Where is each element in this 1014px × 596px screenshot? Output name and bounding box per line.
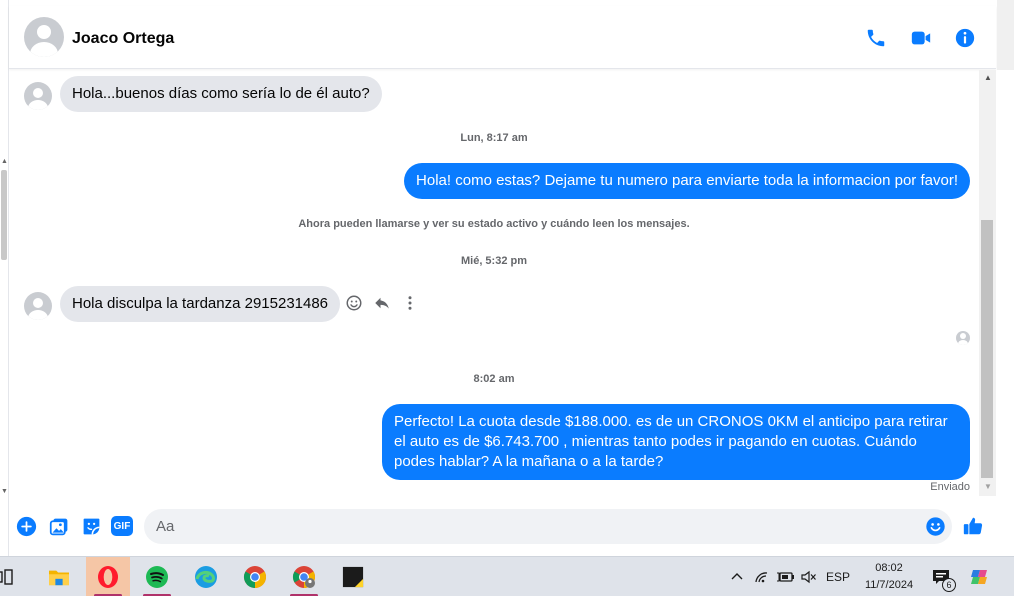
message-input[interactable] [156, 509, 916, 544]
chat-scrollbar[interactable]: ▲ ▼ [979, 70, 996, 496]
react-emoji-icon[interactable] [342, 291, 366, 315]
reply-icon[interactable] [370, 291, 394, 315]
message-timestamp: Mié, 5:32 pm [460, 255, 528, 267]
chat-scrollbar-thumb[interactable] [981, 220, 993, 478]
notifications-icon[interactable]: 6 [929, 557, 956, 596]
sender-avatar[interactable] [24, 292, 52, 320]
image-icon[interactable] [48, 515, 70, 537]
clock-date: 11/7/2024 [864, 579, 914, 591]
system-notice: Ahora pueden llamarse y ver su estado ac… [298, 218, 690, 230]
scroll-up-arrow-icon[interactable]: ▲ [1, 158, 8, 165]
message-input-wrapper [144, 509, 952, 544]
message-list[interactable]: Hola...buenos días como sería lo de él a… [9, 70, 979, 496]
scroll-down-arrow-icon[interactable]: ▼ [1, 488, 8, 495]
incoming-message[interactable]: Hola...buenos días como sería lo de él a… [60, 76, 382, 112]
emoji-icon[interactable] [924, 515, 946, 537]
chrome-browser-icon[interactable] [233, 557, 277, 596]
messenger-window: ▲ ▼ Joaco Ortega Hola...buenos días como… [0, 0, 1014, 596]
file-explorer-icon[interactable] [37, 557, 81, 596]
edge-browser-icon[interactable] [184, 557, 228, 596]
seen-indicator-avatar [956, 331, 970, 345]
info-icon[interactable] [953, 26, 977, 50]
wifi-icon[interactable] [752, 557, 772, 596]
clock-time: 08:02 [875, 562, 903, 574]
sticky-notes-icon[interactable] [331, 557, 375, 596]
spotify-icon[interactable] [135, 557, 179, 596]
gif-label: GIF [111, 516, 133, 536]
task-view-icon[interactable] [0, 557, 22, 596]
video-camera-icon[interactable] [909, 26, 933, 50]
copilot-icon[interactable] [966, 557, 994, 596]
gif-button[interactable]: GIF [110, 515, 134, 537]
show-hidden-icons-chevron-icon[interactable] [727, 557, 747, 596]
chrome-profile-icon[interactable] [282, 557, 326, 596]
windows-taskbar: ESP 08:02 11/7/2024 6 [0, 556, 1014, 596]
outgoing-message[interactable]: Perfecto! La cuota desde $188.000. es de… [382, 404, 970, 480]
sender-avatar[interactable] [24, 82, 52, 110]
window-edge [997, 0, 1014, 70]
outer-scrollbar[interactable]: ▲ ▼ [0, 0, 9, 556]
outgoing-message[interactable]: Hola! como estas? Dejame tu numero para … [404, 163, 970, 199]
message-composer: GIF [9, 500, 996, 554]
contact-avatar[interactable] [24, 17, 64, 57]
scroll-down-arrow-icon[interactable]: ▼ [984, 482, 992, 491]
plus-icon[interactable] [15, 515, 37, 537]
language-indicator[interactable]: ESP [824, 557, 852, 596]
phone-icon[interactable] [864, 26, 888, 50]
opera-browser-icon[interactable] [86, 557, 130, 596]
volume-muted-icon[interactable] [798, 557, 820, 596]
notification-count-badge: 6 [942, 578, 956, 592]
incoming-message[interactable]: Hola disculpa la tardanza 2915231486 [60, 286, 341, 322]
delivery-status: Enviado [930, 481, 970, 493]
scroll-up-arrow-icon[interactable]: ▲ [984, 73, 992, 82]
contact-name[interactable]: Joaco Ortega [72, 30, 174, 48]
message-timestamp: 8:02 am [473, 373, 515, 385]
thumbs-up-icon[interactable] [962, 515, 984, 537]
more-options-icon[interactable] [398, 291, 422, 315]
outer-scrollbar-thumb[interactable] [1, 170, 7, 260]
battery-icon[interactable] [775, 557, 797, 596]
taskbar-clock[interactable]: 08:02 11/7/2024 [856, 560, 922, 594]
message-timestamp: Lun, 8:17 am [460, 132, 528, 144]
sticker-icon[interactable] [80, 515, 102, 537]
conversation-header: Joaco Ortega [9, 6, 996, 69]
